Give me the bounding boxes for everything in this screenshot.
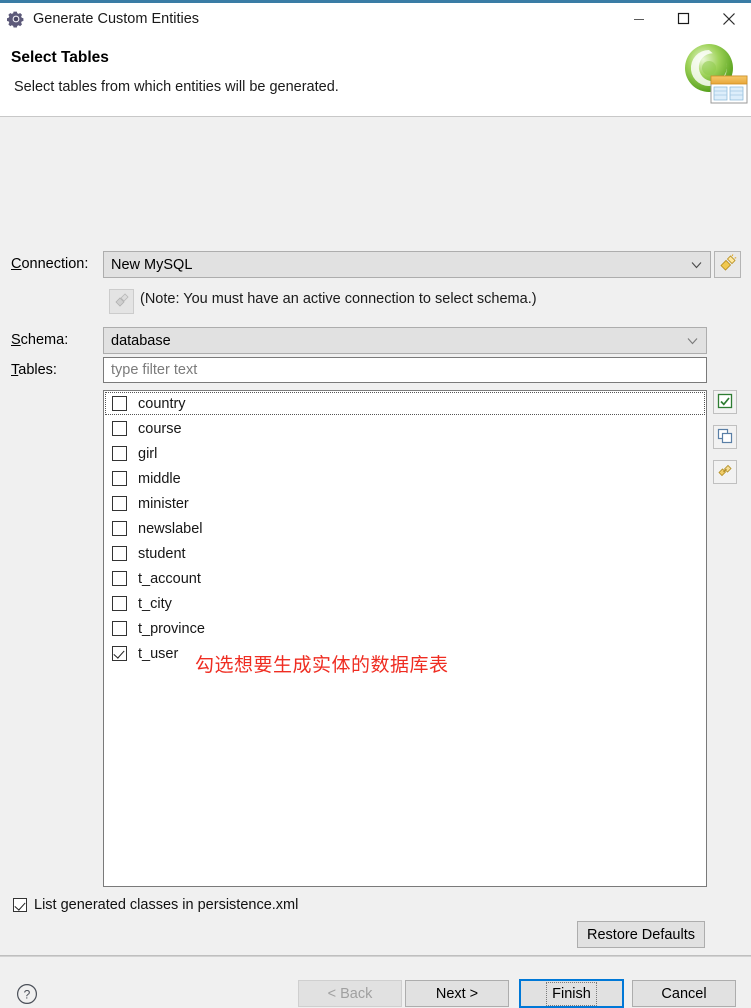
- svg-text:?: ?: [24, 987, 31, 1001]
- empty-squares-icon: [717, 428, 733, 447]
- schema-combo[interactable]: database: [103, 327, 707, 354]
- table-row[interactable]: newslabel: [104, 516, 706, 541]
- table-name: girl: [138, 445, 158, 462]
- dialog-window: Generate Custom Entities Select Tables S…: [0, 0, 751, 1008]
- table-filter-input[interactable]: type filter text: [103, 357, 707, 383]
- table-checkbox[interactable]: [112, 571, 127, 586]
- select-all-button[interactable]: [713, 390, 737, 414]
- connect-icon: [114, 292, 129, 311]
- tables-label: Tables:: [11, 362, 57, 378]
- close-button[interactable]: [706, 3, 751, 34]
- finish-button[interactable]: Finish: [519, 979, 624, 1008]
- table-checkbox[interactable]: [112, 496, 127, 511]
- connection-value: New MySQL: [111, 256, 193, 273]
- minimize-button[interactable]: [616, 3, 661, 34]
- table-checkbox[interactable]: [112, 596, 127, 611]
- connection-label-rest: onnection:: [21, 256, 89, 272]
- table-checkbox[interactable]: [112, 421, 127, 436]
- cancel-button[interactable]: Cancel: [632, 980, 736, 1007]
- schema-label-rest: chema:: [20, 332, 69, 348]
- table-name: student: [138, 545, 186, 562]
- gear-icon: [7, 9, 25, 28]
- connection-label: Connection:: [11, 256, 89, 272]
- table-checkbox[interactable]: [112, 471, 127, 486]
- table-checkbox[interactable]: [112, 446, 127, 461]
- table-row[interactable]: girl: [104, 441, 706, 466]
- refresh-button[interactable]: [713, 460, 737, 484]
- tables-label-rest: ables:: [18, 362, 57, 378]
- connection-note: (Note: You must have an active connectio…: [140, 291, 537, 307]
- restore-defaults-button[interactable]: Restore Defaults: [577, 921, 705, 948]
- new-connection-wizard-icon: [719, 254, 737, 275]
- wizard-header: Select Tables Select tables from which e…: [0, 34, 751, 117]
- window-title: Generate Custom Entities: [33, 10, 200, 27]
- table-checkbox[interactable]: [112, 396, 127, 411]
- table-row[interactable]: course: [104, 416, 706, 441]
- table-name: course: [138, 420, 182, 437]
- back-label: < Back: [327, 985, 373, 1002]
- connect-button[interactable]: [109, 289, 134, 314]
- table-checkbox[interactable]: [112, 546, 127, 561]
- cancel-label: Cancel: [661, 985, 707, 1002]
- table-checkbox[interactable]: [112, 646, 127, 661]
- help-icon[interactable]: ?: [16, 983, 38, 1005]
- table-filter-placeholder: type filter text: [111, 362, 198, 378]
- annotation-text: 勾选想要生成实体的数据库表: [195, 654, 449, 676]
- persistence-xml-label: List generated classes in persistence.xm…: [34, 897, 299, 913]
- deselect-all-button[interactable]: [713, 425, 737, 449]
- table-checkbox[interactable]: [112, 621, 127, 636]
- table-name: t_city: [138, 595, 172, 612]
- page-description: Select tables from which entities will b…: [14, 79, 339, 95]
- back-button[interactable]: < Back: [298, 980, 402, 1007]
- table-name: country: [138, 395, 186, 412]
- table-name: middle: [138, 470, 181, 487]
- refresh-links-icon: [717, 463, 733, 482]
- table-row[interactable]: student: [104, 541, 706, 566]
- table-row[interactable]: t_account: [104, 566, 706, 591]
- footer-divider: [0, 955, 751, 957]
- maximize-button[interactable]: [661, 3, 706, 34]
- chevron-down-icon: [687, 333, 698, 349]
- table-name: t_user: [138, 645, 179, 662]
- page-title: Select Tables: [11, 49, 109, 66]
- table-name: minister: [138, 495, 189, 512]
- new-connection-button[interactable]: [714, 251, 741, 278]
- table-row[interactable]: t_province: [104, 616, 706, 641]
- table-checkbox[interactable]: [112, 521, 127, 536]
- next-button[interactable]: Next >: [405, 980, 509, 1007]
- persistence-xml-checkbox[interactable]: List generated classes in persistence.xm…: [13, 897, 298, 913]
- table-row[interactable]: minister: [104, 491, 706, 516]
- next-label: Next >: [435, 985, 479, 1002]
- title-bar: Generate Custom Entities: [0, 3, 751, 34]
- table-name: t_province: [138, 620, 205, 637]
- database-table-wizard-icon: [677, 40, 751, 110]
- chevron-down-icon: [691, 257, 702, 273]
- table-row[interactable]: middle: [104, 466, 706, 491]
- table-name: t_account: [138, 570, 201, 587]
- schema-value: database: [111, 332, 171, 349]
- table-row[interactable]: country: [104, 391, 706, 416]
- connection-combo[interactable]: New MySQL: [103, 251, 711, 278]
- table-row[interactable]: t_city: [104, 591, 706, 616]
- checked-square-icon: [717, 393, 733, 412]
- schema-label: Schema:: [11, 332, 69, 348]
- tables-list[interactable]: country course girl middle minister newslabel…: [103, 390, 707, 887]
- table-name: newslabel: [138, 520, 203, 537]
- finish-label: Finish: [546, 981, 597, 1006]
- dialog-body: Connection: New MySQL (Note: You must ha…: [0, 117, 751, 1008]
- restore-defaults-label: Restore Defaults: [587, 926, 695, 943]
- window-controls: [616, 3, 751, 34]
